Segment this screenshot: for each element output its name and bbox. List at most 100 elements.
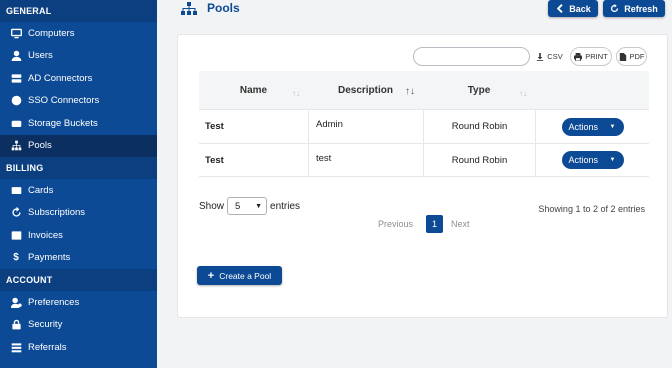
entries-select-value: 5 bbox=[235, 200, 241, 212]
previous-page-link[interactable]: Previous bbox=[378, 219, 413, 229]
sidebar-item-computers[interactable]: Computers bbox=[0, 22, 157, 45]
pdf-button[interactable]: PDF bbox=[616, 47, 647, 66]
cell-name: Test bbox=[205, 154, 224, 166]
cell-description: test bbox=[308, 144, 423, 176]
sidebar: GENERAL Computers Users AD Connectors SS… bbox=[0, 0, 157, 368]
cell-actions: Actions ▼ bbox=[535, 144, 649, 176]
sidebar-item-users[interactable]: Users bbox=[0, 45, 157, 68]
pdf-button-label: PDF bbox=[629, 52, 645, 61]
column-label: Name bbox=[239, 84, 268, 96]
sort-icon: ↑↓ bbox=[519, 89, 527, 98]
storage-icon bbox=[10, 117, 22, 129]
back-button-label: Back bbox=[569, 3, 591, 14]
create-pool-button[interactable]: + Create a Pool bbox=[197, 266, 282, 285]
page-1-button[interactable]: 1 bbox=[426, 215, 444, 233]
sort-ascending-icon: ↑↓ bbox=[405, 86, 415, 97]
column-header-name[interactable]: Name ↑↓ bbox=[199, 71, 308, 109]
column-label: Description bbox=[337, 84, 393, 96]
globe-icon bbox=[10, 95, 22, 107]
refresh-button-label: Refresh bbox=[624, 3, 658, 14]
sidebar-item-pools[interactable]: Pools bbox=[0, 134, 157, 157]
section-header-billing: BILLING bbox=[0, 157, 157, 179]
show-label: Show bbox=[199, 200, 225, 212]
entries-select[interactable]: 5 ▼ bbox=[227, 197, 268, 215]
user-icon bbox=[10, 50, 22, 62]
actions-dropdown-button[interactable]: Actions ▼ bbox=[561, 117, 624, 136]
sidebar-item-label: Subscriptions bbox=[28, 207, 86, 219]
actions-label: Actions bbox=[568, 121, 599, 132]
sidebar-item-subscriptions[interactable]: Subscriptions bbox=[0, 202, 157, 225]
file-icon bbox=[619, 52, 626, 61]
list-icon bbox=[10, 341, 22, 353]
user-cog-icon bbox=[10, 296, 22, 308]
actions-dropdown-button[interactable]: Actions ▼ bbox=[561, 151, 624, 169]
download-icon bbox=[537, 52, 544, 61]
sidebar-item-referrals[interactable]: Referrals bbox=[0, 336, 157, 359]
sidebar-item-preferences[interactable]: Preferences bbox=[0, 291, 157, 314]
sidebar-item-label: Preferences bbox=[28, 296, 80, 308]
cell-actions: Actions ▼ bbox=[535, 110, 649, 143]
cell-type: Round Robin bbox=[423, 110, 535, 143]
sidebar-item-cards[interactable]: Cards bbox=[0, 179, 157, 202]
create-pool-label: Create a Pool bbox=[219, 270, 272, 281]
chevron-down-icon: ▼ bbox=[255, 202, 263, 210]
refresh-button[interactable]: Refresh bbox=[603, 0, 665, 17]
card-icon bbox=[10, 184, 22, 196]
pools-card: CSV PRINT PDF Name ↑↓ Description ↑↓ Typ… bbox=[177, 34, 668, 318]
table-row: Test test Round Robin Actions ▼ bbox=[199, 143, 649, 177]
refresh-icon bbox=[10, 207, 22, 219]
sidebar-item-label: AD Connectors bbox=[28, 72, 93, 84]
next-page-link[interactable]: Next bbox=[451, 219, 470, 229]
actions-label: Actions bbox=[568, 155, 599, 165]
column-header-actions bbox=[535, 71, 649, 109]
sidebar-item-label: Security bbox=[28, 319, 63, 331]
sidebar-item-label: Pools bbox=[28, 140, 52, 152]
sidebar-item-label: SSO Connectors bbox=[28, 95, 100, 107]
pools-table: Name ↑↓ Description ↑↓ Type ↑↓ Test Admi… bbox=[199, 71, 649, 177]
sidebar-item-label: Storage Buckets bbox=[28, 117, 98, 129]
dollar-icon: $ bbox=[13, 252, 19, 264]
sitemap-icon bbox=[10, 140, 22, 152]
monitor-icon bbox=[10, 27, 22, 39]
cell-description: Admin bbox=[308, 110, 423, 143]
sidebar-item-storage-buckets[interactable]: Storage Buckets bbox=[0, 112, 157, 135]
sidebar-item-ad-connectors[interactable]: AD Connectors bbox=[0, 67, 157, 90]
page-title-text: Pools bbox=[207, 1, 240, 15]
sitemap-icon bbox=[181, 1, 197, 15]
list-icon bbox=[10, 229, 22, 241]
column-header-description[interactable]: Description ↑↓ bbox=[308, 71, 423, 109]
caret-down-icon: ▼ bbox=[609, 157, 616, 163]
sidebar-item-invoices[interactable]: Invoices bbox=[0, 224, 157, 247]
lock-icon bbox=[10, 319, 22, 331]
table-row: Test Admin Round Robin Actions ▼ bbox=[199, 109, 649, 143]
csv-button-label: CSV bbox=[547, 52, 563, 61]
column-label: Type bbox=[467, 84, 491, 96]
cell-name: Test bbox=[205, 121, 224, 132]
csv-button[interactable]: CSV bbox=[534, 47, 565, 66]
cell-type: Round Robin bbox=[423, 144, 535, 176]
page-title: Pools bbox=[181, 0, 240, 16]
sidebar-item-label: Cards bbox=[28, 184, 54, 196]
entries-label: entries bbox=[270, 200, 301, 212]
sidebar-item-label: Referrals bbox=[28, 341, 67, 353]
printer-icon bbox=[574, 52, 583, 61]
table-info: Showing 1 to 2 of 2 entries bbox=[538, 204, 645, 214]
sidebar-item-security[interactable]: Security bbox=[0, 314, 157, 337]
table-header: Name ↑↓ Description ↑↓ Type ↑↓ bbox=[199, 71, 649, 109]
back-button[interactable]: Back bbox=[548, 0, 598, 17]
print-button[interactable]: PRINT bbox=[570, 47, 612, 66]
search-input[interactable] bbox=[413, 47, 530, 66]
server-icon bbox=[10, 72, 22, 84]
plus-icon: + bbox=[207, 269, 215, 282]
column-header-type[interactable]: Type ↑↓ bbox=[423, 71, 535, 109]
chevron-left-icon bbox=[557, 4, 563, 13]
section-header-general: GENERAL bbox=[0, 0, 157, 22]
sidebar-item-label: Computers bbox=[28, 27, 75, 39]
sidebar-item-label: Payments bbox=[28, 252, 71, 264]
sidebar-item-payments[interactable]: $ Payments bbox=[0, 247, 157, 270]
sidebar-item-label: Users bbox=[28, 50, 53, 62]
sidebar-item-sso-connectors[interactable]: SSO Connectors bbox=[0, 90, 157, 113]
caret-down-icon: ▼ bbox=[609, 123, 616, 130]
refresh-icon bbox=[611, 4, 619, 13]
sidebar-item-label: Invoices bbox=[28, 229, 63, 241]
